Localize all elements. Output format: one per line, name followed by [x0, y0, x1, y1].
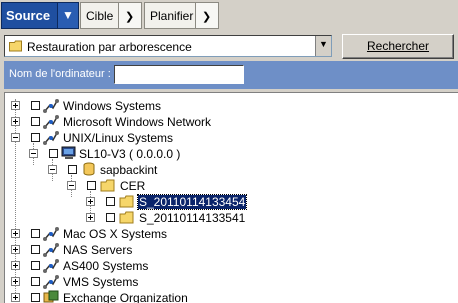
node-checkbox[interactable]	[68, 165, 77, 174]
node-checkbox[interactable]	[49, 149, 58, 158]
source-tree[interactable]: Windows Systems Microsoft Windows Networ…	[4, 92, 458, 303]
tree-node[interactable]: CER	[5, 178, 455, 194]
tab-source-menu-button[interactable]: ▼	[57, 3, 78, 28]
tree-node[interactable]: SL10-V3 ( 0.0.0.0 )	[5, 146, 455, 162]
tree-node[interactable]: UNIX/Linux Systems	[5, 130, 455, 146]
chevron-down-icon: ▼	[62, 8, 74, 22]
tree-node[interactable]: VMS Systems	[5, 274, 455, 290]
chevron-right-icon: ❯	[202, 11, 212, 23]
tree-node-label: Microsoft Windows Network	[63, 115, 212, 129]
network-icon	[43, 243, 59, 257]
view-selector-dropdown-button[interactable]: ▼	[315, 36, 331, 56]
tree-node-label: UNIX/Linux Systems	[63, 131, 174, 145]
expand-toggle[interactable]	[11, 245, 20, 254]
node-checkbox[interactable]	[31, 277, 40, 286]
folder-icon	[119, 211, 134, 224]
computer-name-label: Nom de l'ordinateur :	[9, 68, 111, 80]
expand-toggle[interactable]	[11, 101, 20, 110]
exchange-icon	[43, 290, 59, 303]
tree-node-label: CER	[120, 179, 146, 193]
network-icon	[43, 227, 59, 241]
tab-cible-label: Cible	[86, 9, 114, 23]
tab-planifier[interactable]: Planifier ❯	[144, 2, 219, 29]
tree-node-label: sapbackint	[100, 163, 158, 177]
tree-node[interactable]: S_20110114133541	[5, 210, 455, 226]
expand-toggle[interactable]	[86, 213, 95, 222]
tab-source-label: Source	[6, 8, 51, 23]
chevron-down-icon: ▼	[319, 39, 328, 49]
expand-toggle[interactable]	[86, 197, 95, 206]
network-icon	[43, 131, 59, 145]
tree-node-selected[interactable]: S_20110114133454	[5, 194, 455, 210]
node-checkbox[interactable]	[31, 293, 40, 302]
tab-cible[interactable]: Cible ❯	[80, 2, 142, 29]
expand-toggle[interactable]	[11, 261, 20, 270]
tree-node-label: S_20110114133454	[136, 194, 248, 210]
tab-planifier-next-button[interactable]: ❯	[195, 3, 218, 28]
node-checkbox[interactable]	[31, 229, 40, 238]
collapse-toggle[interactable]	[67, 181, 76, 190]
node-checkbox[interactable]	[31, 133, 40, 142]
tree-node[interactable]: NAS Servers	[5, 242, 455, 258]
computer-name-input[interactable]	[114, 65, 244, 84]
tree-node-label: NAS Servers	[63, 243, 133, 257]
tab-source[interactable]: Source ▼	[1, 2, 79, 29]
search-button-label: Rechercher	[366, 39, 430, 53]
network-icon	[43, 99, 59, 113]
database-icon	[83, 162, 95, 176]
collapse-toggle[interactable]	[29, 149, 38, 158]
expand-toggle[interactable]	[11, 229, 20, 238]
tree-node-label: Exchange Organization	[63, 291, 188, 303]
node-checkbox[interactable]	[31, 101, 40, 110]
tab-cible-next-button[interactable]: ❯	[118, 3, 141, 28]
tree-node-label: VMS Systems	[63, 275, 139, 289]
view-selector-value: Restauration par arborescence	[27, 40, 192, 54]
tree-node-label: Mac OS X Systems	[63, 227, 168, 241]
network-icon	[43, 275, 59, 289]
tree-node[interactable]: Exchange Organization	[5, 290, 455, 303]
node-checkbox[interactable]	[106, 213, 115, 222]
tree-node-label: SL10-V3 ( 0.0.0.0 )	[79, 147, 181, 161]
tab-bar: Source ▼ Cible ❯ Planifier ❯	[0, 0, 458, 32]
tree-node-label: AS400 Systems	[63, 259, 149, 273]
tab-planifier-label: Planifier	[150, 9, 194, 23]
network-icon	[43, 259, 59, 273]
tree-node[interactable]: Mac OS X Systems	[5, 226, 455, 242]
node-checkbox[interactable]	[31, 245, 40, 254]
view-selector[interactable]: Restauration par arborescence ▼	[4, 35, 332, 57]
collapse-toggle[interactable]	[48, 165, 57, 174]
expand-toggle[interactable]	[11, 293, 20, 302]
chevron-right-icon: ❯	[125, 11, 135, 23]
collapse-toggle[interactable]	[11, 133, 20, 142]
folder-icon	[119, 195, 134, 208]
node-checkbox[interactable]	[106, 197, 115, 206]
node-checkbox[interactable]	[31, 261, 40, 270]
tree-node[interactable]: AS400 Systems	[5, 258, 455, 274]
tree-node-label: Windows Systems	[63, 99, 162, 113]
node-checkbox[interactable]	[31, 117, 40, 126]
tree-node-label: S_20110114133541	[139, 211, 246, 225]
expand-toggle[interactable]	[11, 117, 20, 126]
search-button[interactable]: Rechercher	[342, 34, 454, 59]
expand-toggle[interactable]	[11, 277, 20, 286]
folder-icon	[9, 40, 22, 52]
folder-icon	[100, 179, 115, 192]
computer-icon	[61, 146, 76, 159]
tree-node[interactable]: Windows Systems	[5, 98, 455, 114]
tree-node[interactable]: sapbackint	[5, 162, 455, 178]
network-icon	[43, 115, 59, 129]
node-checkbox[interactable]	[87, 181, 96, 190]
tree-node[interactable]: Microsoft Windows Network	[5, 114, 455, 130]
